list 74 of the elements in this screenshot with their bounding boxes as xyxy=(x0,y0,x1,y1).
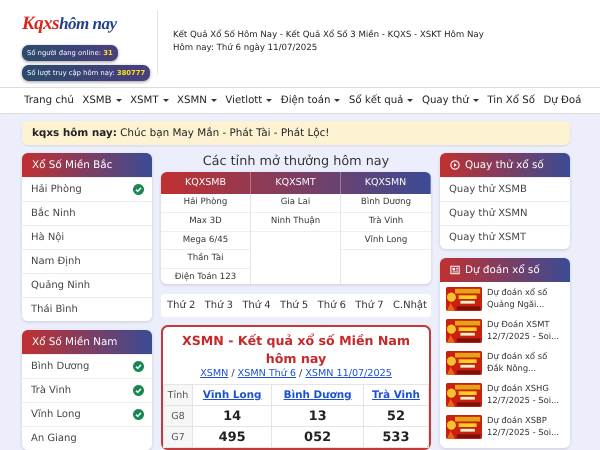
result-number: 52 xyxy=(363,406,428,426)
day-tab[interactable]: Thứ 3 xyxy=(204,300,233,311)
column-header: KQXSMT xyxy=(251,172,341,194)
nav-link[interactable]: Trang chủ xyxy=(24,95,74,106)
prize-label: G7 xyxy=(164,426,192,448)
day-tab[interactable]: C.Nhật xyxy=(392,300,427,311)
nav-link[interactable]: Sổ kết quả xyxy=(348,95,414,106)
article-link[interactable]: Dự Đoán XSMT 12/7/2025 - Soi... xyxy=(487,319,566,342)
day-tab[interactable]: Thứ 6 xyxy=(318,300,346,311)
column-header: Tỉnh xyxy=(164,384,192,406)
table-cell[interactable]: Max 3D xyxy=(161,212,250,232)
region-item[interactable]: Hà Nội xyxy=(22,225,152,249)
nav-link[interactable]: Tin Xổ Số xyxy=(487,95,535,106)
region-item[interactable]: Hải Phòng xyxy=(22,177,152,201)
region-item[interactable]: Thái Bình xyxy=(22,297,152,321)
nav-link[interactable]: Điện toán xyxy=(280,95,340,106)
region-item[interactable]: Quảng Ninh xyxy=(22,273,152,297)
breadcrumb-link[interactable]: XSMN Thứ 6 xyxy=(238,368,296,379)
day-tab[interactable]: Thứ 7 xyxy=(355,300,384,311)
result-number: 495 xyxy=(192,426,272,448)
article-link[interactable]: Dự đoán xổ số Quảng Ngãi... xyxy=(487,287,566,310)
table-cell[interactable]: Vĩnh Long xyxy=(341,232,431,250)
day-tab[interactable]: Thứ 4 xyxy=(242,300,271,311)
newspaper-icon xyxy=(450,265,460,275)
region-item[interactable]: Trà Vinh xyxy=(22,378,152,402)
nav-link[interactable]: XSMN xyxy=(177,95,217,106)
table-cell[interactable]: Mega 6/45 xyxy=(161,232,250,250)
article-link[interactable]: Dự đoán xổ số Đắk Nông... xyxy=(487,351,566,374)
breadcrumb-separator: / xyxy=(298,368,304,379)
panel-title: Dự đoán xổ số xyxy=(465,264,540,276)
site-logo[interactable]: Kqxshôm nay xyxy=(22,13,157,35)
day-tab[interactable]: Thứ 5 xyxy=(280,300,308,311)
article-link[interactable]: Dự đoán XSBP 12/7/2025 - Soi... xyxy=(487,415,566,438)
menu-item[interactable]: Quay thử XSMB xyxy=(440,177,570,201)
region-item[interactable]: Nam Định xyxy=(22,249,152,273)
result-number: 533 xyxy=(363,426,428,448)
menu-item[interactable]: Quay thử XSMT xyxy=(440,225,570,249)
table-cell[interactable]: Thần Tài xyxy=(161,250,250,270)
result-number: 052 xyxy=(272,426,364,448)
column-header: KQXSMN xyxy=(341,172,431,194)
nav-link[interactable]: XSMT xyxy=(130,95,169,106)
panel-title: Quay thử xổ số xyxy=(465,159,544,171)
prize-label: G8 xyxy=(164,406,192,426)
menu-item[interactable]: Quay thử XSMN xyxy=(440,201,570,225)
date-text: Hôm nay: Thứ 6 ngày 11/07/2025 xyxy=(173,42,318,55)
nav-link[interactable]: Vietlott xyxy=(225,95,272,106)
breadcrumb-link[interactable]: XSMN 11/07/2025 xyxy=(305,368,392,379)
breadcrumb-separator: / xyxy=(230,368,236,379)
article-link[interactable]: Dự đoán XSHG 12/7/2025 - Soi... xyxy=(487,383,566,406)
region-item[interactable]: Vĩnh Long xyxy=(22,402,152,426)
panel-title: Xổ Số Miền Nam xyxy=(32,336,118,348)
result-title: XSMN - Kết quả xổ số Miền Nam hôm nay xyxy=(180,332,411,368)
region-item[interactable]: Bắc Ninh xyxy=(22,201,152,225)
breadcrumb-link[interactable]: XSMN xyxy=(200,368,228,379)
result-number: 14 xyxy=(192,406,272,426)
table-cell[interactable]: Hải Phòng xyxy=(161,194,250,213)
day-tab[interactable]: Thứ 2 xyxy=(167,300,196,311)
result-number: 13 xyxy=(272,406,364,426)
column-header: KQXSMB xyxy=(161,172,251,194)
nav-link[interactable]: XSMB xyxy=(82,95,122,106)
greeting-text: kqxs hôm nay: Chúc bạn May Mắn - Phát Tài - Phát Lộc! xyxy=(32,127,330,139)
table-cell[interactable]: Điện Toán 123 xyxy=(161,269,250,284)
table-cell[interactable]: Bình Dương xyxy=(341,194,431,213)
region-item[interactable]: Bình Dương xyxy=(22,354,152,378)
section-title: Các tỉnh mở thưởng hôm nay xyxy=(202,153,390,171)
nav-link[interactable]: Quay thử xyxy=(422,95,479,106)
table-cell[interactable]: Trà Vinh xyxy=(341,212,431,232)
table-cell[interactable]: Gia Lai xyxy=(251,194,340,213)
nav-link[interactable]: Dự Đoá xyxy=(543,95,582,106)
table-cell[interactable]: Ninh Thuận xyxy=(251,212,340,232)
play-icon xyxy=(450,160,460,170)
panel-title: Xổ Số Miền Bắc xyxy=(32,159,112,171)
region-item[interactable]: An Giang xyxy=(22,426,152,450)
site-title: Kết Quả Xổ Số Hôm Nay - Kết Quả Xổ Số 3 Miền - KQXS - XSKT Hôm Nay xyxy=(173,29,484,42)
